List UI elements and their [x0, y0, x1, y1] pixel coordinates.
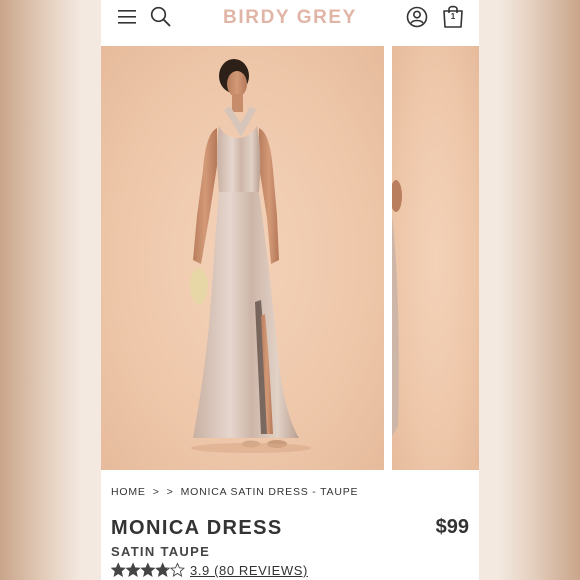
star-outline-icon — [170, 562, 185, 577]
breadcrumb-home[interactable]: HOME — [111, 486, 146, 498]
product-color: SATIN TAUPE — [111, 544, 211, 559]
next-photo-partial — [392, 180, 402, 436]
reviews-link[interactable]: 3.9 (80 REVIEWS) — [190, 563, 308, 578]
account-icon[interactable] — [406, 6, 428, 28]
product-photo-next[interactable] — [392, 46, 479, 470]
star-rating[interactable] — [111, 562, 185, 578]
site-header: BIRDY GREY 1 — [101, 0, 479, 44]
bag-count-badge: 1 — [450, 12, 456, 21]
product-title: MONICA DRESS — [111, 517, 283, 539]
product-image-gallery[interactable] — [101, 46, 479, 470]
phone-screen: BIRDY GREY 1 HOME > > MONICA SATIN DRESS… — [101, 0, 479, 580]
model-in-dress-illustration — [190, 59, 311, 453]
breadcrumb: HOME > > MONICA SATIN DRESS - TAUPE — [111, 486, 365, 498]
product-price: $99 — [435, 516, 469, 538]
breadcrumb-current: MONICA SATIN DRESS - TAUPE — [180, 486, 359, 498]
breadcrumb-separator: > — [166, 486, 174, 498]
product-photo-main[interactable] — [101, 46, 384, 470]
breadcrumb-separator: > — [152, 486, 160, 498]
